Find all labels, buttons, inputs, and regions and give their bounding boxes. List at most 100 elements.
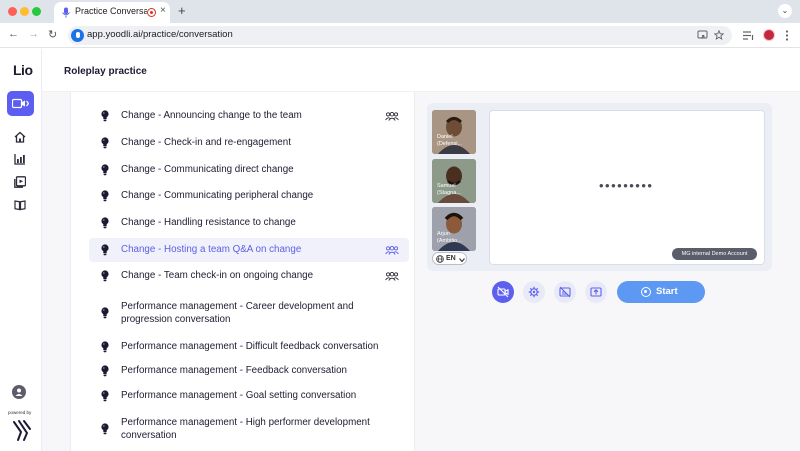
scenario-label: Change - Team check-in on ongoing change <box>121 270 314 282</box>
scenario-item[interactable]: Change - Hosting a team Q&A on change <box>89 238 409 262</box>
lightbulb-icon <box>101 365 109 377</box>
video-library-icon[interactable] <box>14 176 26 188</box>
bookmark-star-icon[interactable] <box>714 30 724 40</box>
mic-favicon-icon <box>62 7 70 18</box>
participant-thumbnail[interactable]: Daniel (Defensi... <box>432 110 476 154</box>
browser-toolbar: ← → ↻ app.yoodli.ai/practice/conversatio… <box>0 23 800 48</box>
browser-menu-icon[interactable] <box>785 30 789 41</box>
user-avatar-icon[interactable] <box>12 385 26 399</box>
lightbulb-icon <box>101 110 109 122</box>
camera-toggle-button[interactable] <box>492 281 514 303</box>
chevron-down-icon <box>459 257 465 262</box>
tab-close-button[interactable]: × <box>160 5 166 16</box>
powered-by-label: powered by <box>8 410 32 415</box>
browser-tab-strip: Practice Conversation - Y × + ⌄ <box>0 0 800 23</box>
book-icon[interactable] <box>14 199 26 211</box>
scenario-list: Change - Announcing change to the team Ch… <box>70 92 415 451</box>
participant-thumbnail[interactable]: Samuel (Stagna... <box>432 159 476 203</box>
record-icon <box>641 287 651 297</box>
new-tab-button[interactable]: + <box>178 3 186 18</box>
team-icon <box>385 111 399 121</box>
main-content: Change - Announcing change to the team Ch… <box>42 92 800 451</box>
forward-button[interactable]: → <box>28 28 39 40</box>
scenario-label: Performance management - Difficult feedb… <box>121 341 379 353</box>
address-bar[interactable]: app.yoodli.ai/practice/conversation <box>68 26 732 45</box>
lightbulb-icon <box>101 390 109 402</box>
scenario-label: Change - Handling resistance to change <box>121 217 296 229</box>
recording-indicator-icon <box>147 8 156 17</box>
scenario-item[interactable]: Change - Team check-in on ongoing change <box>89 264 409 288</box>
lightbulb-icon <box>101 217 109 229</box>
participant-name: Samuel <box>437 183 456 189</box>
start-button[interactable]: Start <box>617 281 705 303</box>
team-icon <box>385 271 399 281</box>
video-stage: ••••••••• MG internal Demo Account <box>489 110 765 265</box>
lightbulb-icon <box>101 164 109 176</box>
home-icon[interactable] <box>14 131 26 143</box>
scenario-item[interactable]: Change - Handling resistance to change <box>89 211 409 235</box>
lightbulb-icon <box>101 137 109 149</box>
start-label: Start <box>656 286 678 297</box>
participant-thumbnail[interactable]: Arjun (Ambitio... <box>432 207 476 251</box>
scenario-item[interactable]: Performance management - High performer … <box>89 411 409 447</box>
settings-button[interactable] <box>523 281 545 303</box>
camera-off-icon <box>497 286 509 298</box>
scenario-item[interactable]: Change - Announcing change to the team <box>89 104 409 128</box>
scenario-label: Change - Communicating peripheral change <box>121 190 314 202</box>
scenario-item[interactable]: Performance management - Difficult feedb… <box>89 335 409 359</box>
scenario-item[interactable]: Change - Communicating direct change <box>89 158 409 182</box>
scenario-label: Change - Check-in and re-engagement <box>121 137 291 149</box>
language-value: EN <box>446 254 456 262</box>
team-icon <box>385 245 399 255</box>
tab-title: Practice Conversation - Y <box>75 6 147 16</box>
captions-off-icon <box>559 286 571 298</box>
browser-tab[interactable]: Practice Conversation - Y × <box>54 2 170 23</box>
page-header: Roleplay practice <box>42 49 800 92</box>
globe-icon <box>436 255 444 263</box>
upload-button[interactable] <box>585 281 607 303</box>
participant-role: (Stagna... <box>437 190 461 196</box>
participant-role: (Ambitio... <box>437 238 462 244</box>
account-badge: MG internal Demo Account <box>672 248 757 260</box>
scenario-item[interactable]: Performance management - Feedback conver… <box>89 359 409 383</box>
video-call-card: Daniel (Defensi... Samuel (Stagna... Arj… <box>427 103 772 271</box>
roleplay-nav-button[interactable] <box>7 91 34 116</box>
profile-avatar[interactable] <box>763 29 775 41</box>
language-selector[interactable]: EN <box>432 252 467 265</box>
lightbulb-icon <box>101 270 109 282</box>
analytics-icon[interactable] <box>14 153 26 165</box>
participant-name: Daniel <box>437 134 453 140</box>
participant-name: Arjun <box>437 231 450 237</box>
scenario-label: Performance management - Feedback conver… <box>121 365 347 377</box>
upload-icon <box>590 287 602 297</box>
app-sidebar: Lio powered by <box>0 49 42 451</box>
scenario-item[interactable]: Change - Communicating peripheral change <box>89 184 409 208</box>
window-zoom-button[interactable] <box>32 7 41 16</box>
lightbulb-icon <box>101 190 109 202</box>
url-text[interactable]: app.yoodli.ai/practice/conversation <box>87 29 233 40</box>
cast-icon[interactable] <box>697 30 708 40</box>
scenario-label: Performance management - Career developm… <box>121 300 354 326</box>
captions-toggle-button[interactable] <box>554 281 576 303</box>
lightbulb-icon <box>101 244 109 256</box>
scenario-label: Performance management - High performer … <box>121 416 370 442</box>
scenario-item[interactable]: Change - Check-in and re-engagement <box>89 131 409 155</box>
scenario-label: Change - Announcing change to the team <box>121 110 302 122</box>
yoodli-logo-icon <box>13 420 31 441</box>
tab-search-button[interactable]: ⌄ <box>778 4 792 18</box>
back-button[interactable]: ← <box>8 28 19 40</box>
lightbulb-icon <box>101 341 109 353</box>
reading-list-icon[interactable] <box>743 31 754 40</box>
lightbulb-icon <box>101 307 109 319</box>
window-close-button[interactable] <box>8 7 17 16</box>
scenario-label: Performance management - Goal setting co… <box>121 390 357 402</box>
reload-button[interactable]: ↻ <box>48 28 57 41</box>
scenario-item[interactable]: Performance management - Goal setting co… <box>89 384 409 408</box>
app-logo[interactable]: Lio <box>13 62 33 78</box>
site-info-icon[interactable] <box>71 29 84 42</box>
scenario-label: Change - Hosting a team Q&A on change <box>121 244 302 256</box>
window-minimize-button[interactable] <box>20 7 29 16</box>
scenario-item[interactable]: Performance management - Career developm… <box>89 295 409 331</box>
page-title: Roleplay practice <box>64 66 147 77</box>
participant-role: (Defensi... <box>437 141 463 147</box>
